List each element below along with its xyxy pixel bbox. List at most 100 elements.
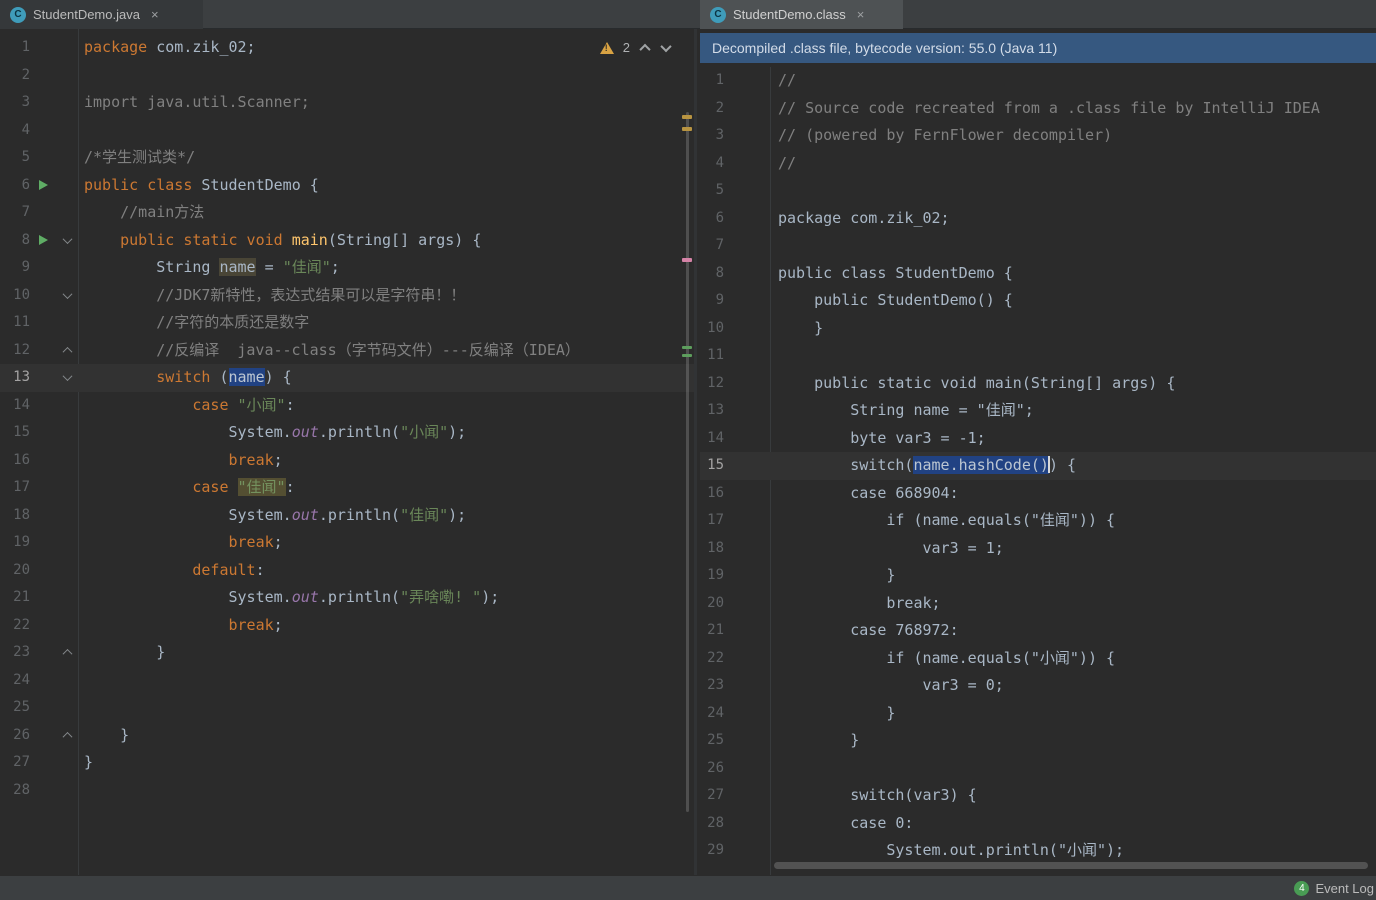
code-line-19[interactable]: 19 break;: [0, 529, 694, 557]
code-line-28[interactable]: 28 case 0:: [700, 810, 1376, 838]
code-line-11[interactable]: 11 //字符的本质还是数字: [0, 309, 694, 337]
line-number[interactable]: 10: [700, 315, 724, 343]
event-log-button[interactable]: Event Log: [1315, 881, 1374, 896]
line-number[interactable]: 14: [0, 392, 30, 420]
code-line-22[interactable]: 22 if (name.equals("小闻")) {: [700, 645, 1376, 673]
line-number[interactable]: 7: [700, 232, 724, 260]
code-line-3[interactable]: 3 // (powered by FernFlower decompiler): [700, 122, 1376, 150]
code-line-23[interactable]: 23 var3 = 0;: [700, 672, 1376, 700]
fold-up-icon[interactable]: [62, 731, 72, 742]
line-number[interactable]: 26: [0, 722, 30, 750]
code-line-16[interactable]: 16 case 668904:: [700, 480, 1376, 508]
line-number[interactable]: 18: [700, 535, 724, 563]
code-line-5[interactable]: 5 /*学生测试类*/: [0, 144, 694, 172]
line-number[interactable]: 24: [0, 667, 30, 695]
line-number[interactable]: 9: [700, 287, 724, 315]
line-number[interactable]: 5: [700, 177, 724, 205]
code-line-11[interactable]: 11: [700, 342, 1376, 370]
code-line-24[interactable]: 24 }: [700, 700, 1376, 728]
line-number[interactable]: 17: [0, 474, 30, 502]
line-number[interactable]: 20: [700, 590, 724, 618]
line-number[interactable]: 16: [0, 447, 30, 475]
line-number[interactable]: 28: [0, 777, 30, 805]
change-stripe-mark[interactable]: [682, 346, 692, 349]
code-line-12[interactable]: 12 //反编译 java--class（字节码文件）---反编译（IDEA）: [0, 337, 694, 365]
line-number[interactable]: 4: [0, 117, 30, 145]
code-line-5[interactable]: 5: [700, 177, 1376, 205]
line-number[interactable]: 12: [700, 370, 724, 398]
code-line-10[interactable]: 10 //JDK7新特性，表达式结果可以是字符串！！: [0, 282, 694, 310]
line-number[interactable]: 22: [0, 612, 30, 640]
code-line-15[interactable]: 15 System.out.println("小闻");: [0, 419, 694, 447]
code-area-class[interactable]: 1 // 2 // Source code recreated from a .cla…: [700, 63, 1376, 865]
line-number[interactable]: 13: [0, 364, 30, 392]
code-line-22[interactable]: 22 break;: [0, 612, 694, 640]
code-line-1[interactable]: 1 package com.zik_02;: [0, 34, 694, 62]
code-line-7[interactable]: 7: [700, 232, 1376, 260]
line-number[interactable]: 25: [0, 694, 30, 722]
line-number[interactable]: 22: [700, 645, 724, 673]
code-line-25[interactable]: 25 }: [700, 727, 1376, 755]
run-icon[interactable]: [38, 235, 48, 246]
code-line-18[interactable]: 18 System.out.println("佳闻");: [0, 502, 694, 530]
line-number[interactable]: 17: [700, 507, 724, 535]
code-line-9[interactable]: 9 String name = "佳闻";: [0, 254, 694, 282]
code-line-6[interactable]: 6 public class StudentDemo {: [0, 172, 694, 200]
change-stripe-mark[interactable]: [682, 354, 692, 357]
horizontal-scrollbar[interactable]: [774, 862, 1368, 869]
code-line-8[interactable]: 8 public static void main(String[] args)…: [0, 227, 694, 255]
code-line-13[interactable]: 13 String name = "佳闻";: [700, 397, 1376, 425]
code-line-25[interactable]: 25: [0, 694, 694, 722]
line-number[interactable]: 15: [700, 452, 724, 480]
code-line-4[interactable]: 4 //: [700, 150, 1376, 178]
fold-up-icon[interactable]: [62, 346, 72, 357]
code-line-9[interactable]: 9 public StudentDemo() {: [700, 287, 1376, 315]
code-line-20[interactable]: 20 default:: [0, 557, 694, 585]
line-number[interactable]: 18: [0, 502, 30, 530]
code-line-26[interactable]: 26: [700, 755, 1376, 783]
editor-java-source[interactable]: 1 package com.zik_02; 2 3 import java.util.S…: [0, 29, 697, 875]
line-number[interactable]: 11: [700, 342, 724, 370]
close-icon[interactable]: ×: [151, 7, 159, 22]
warning-stripe-mark[interactable]: [682, 115, 692, 119]
fold-down-icon[interactable]: [62, 371, 72, 382]
line-number[interactable]: 27: [0, 749, 30, 777]
editor-decompiled-class[interactable]: Decompiled .class file, bytecode version…: [700, 29, 1376, 875]
code-line-28[interactable]: 28: [0, 777, 694, 805]
code-line-29[interactable]: 29 System.out.println("小闻");: [700, 837, 1376, 865]
code-line-2[interactable]: 2: [0, 62, 694, 90]
line-number[interactable]: 11: [0, 309, 30, 337]
code-line-14[interactable]: 14 byte var3 = -1;: [700, 425, 1376, 453]
line-number[interactable]: 29: [700, 837, 724, 865]
line-number[interactable]: 3: [700, 122, 724, 150]
code-line-1[interactable]: 1 //: [700, 67, 1376, 95]
code-line-15[interactable]: 15 switch(name.hashCode()) {: [700, 452, 1376, 480]
code-line-6[interactable]: 6 package com.zik_02;: [700, 205, 1376, 233]
line-number[interactable]: 13: [700, 397, 724, 425]
code-line-4[interactable]: 4: [0, 117, 694, 145]
code-line-10[interactable]: 10 }: [700, 315, 1376, 343]
line-number[interactable]: 15: [0, 419, 30, 447]
fold-down-icon[interactable]: [62, 288, 72, 299]
code-line-27[interactable]: 27}: [0, 749, 694, 777]
line-number[interactable]: 25: [700, 727, 724, 755]
line-number[interactable]: 14: [700, 425, 724, 453]
line-number[interactable]: 9: [0, 254, 30, 282]
code-line-20[interactable]: 20 break;: [700, 590, 1376, 618]
line-number[interactable]: 2: [0, 62, 30, 90]
prev-warning-button[interactable]: [639, 42, 651, 55]
line-number[interactable]: 19: [0, 529, 30, 557]
fold-up-icon[interactable]: [62, 649, 72, 660]
line-number[interactable]: 23: [700, 672, 724, 700]
code-line-19[interactable]: 19 }: [700, 562, 1376, 590]
fold-down-icon[interactable]: [62, 233, 72, 244]
line-number[interactable]: 12: [0, 337, 30, 365]
line-number[interactable]: 16: [700, 480, 724, 508]
code-area-java[interactable]: 1 package com.zik_02; 2 3 import java.util.S…: [0, 29, 694, 804]
vertical-scrollbar[interactable]: [686, 112, 689, 812]
line-number[interactable]: 8: [0, 227, 30, 255]
code-line-21[interactable]: 21 case 768972:: [700, 617, 1376, 645]
tab-studentdemo-java[interactable]: C StudentDemo.java ×: [0, 0, 203, 29]
line-number[interactable]: 2: [700, 95, 724, 123]
line-number[interactable]: 26: [700, 755, 724, 783]
